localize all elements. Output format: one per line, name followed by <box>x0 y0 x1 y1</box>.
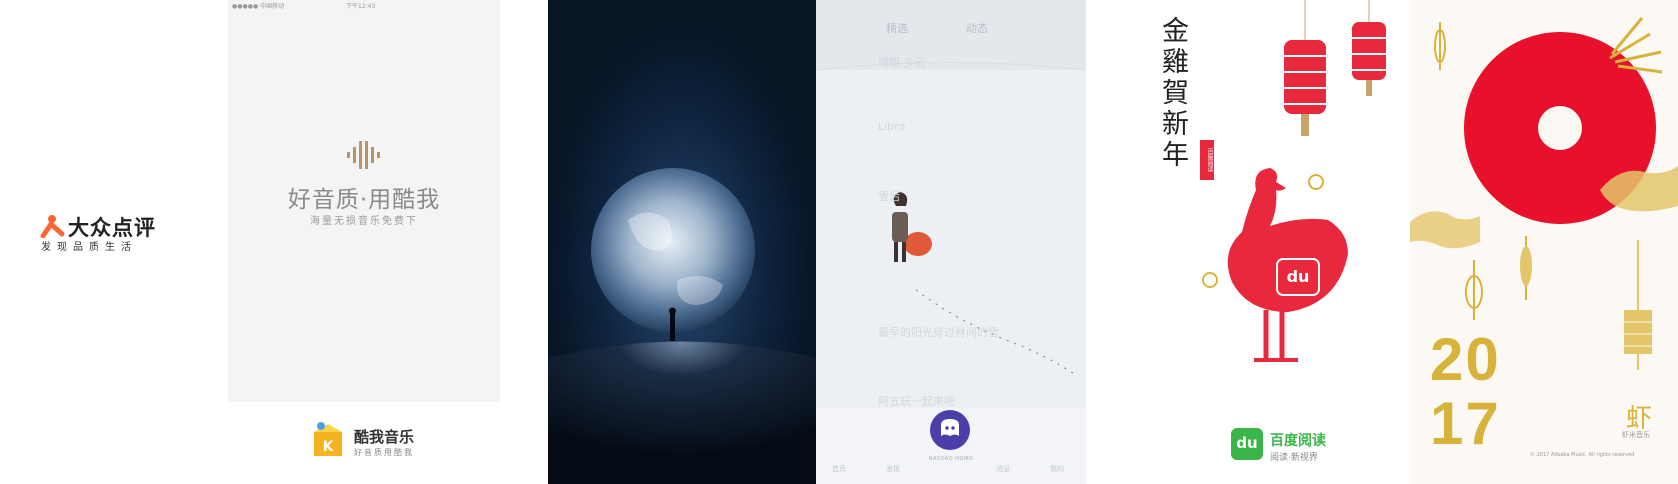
new-year-greeting: 金雞賀新年 <box>1162 16 1189 171</box>
year-2017-bottom: 17 <box>1430 390 1501 457</box>
status-carrier: ●●●●● 中国移动 <box>232 3 285 10</box>
status-time: 下午12:43 <box>346 3 376 10</box>
baidu-read-splash: 金雞賀新年 百度阅读 du du 百度阅读 阅读·新视界 <box>1146 0 1410 484</box>
baidu-read-app-icon: du <box>1231 428 1263 460</box>
baidu-read-app-sub: 阅读·新视界 <box>1270 453 1318 463</box>
kuwo-splash: ●●●●● 中国移动 下午12:43 好音质·用酷我 海量无损音乐免费下 K 酷… <box>228 0 500 484</box>
kuwo-app-sub: 好音质用酷我 <box>354 448 414 457</box>
baidu-read-app-name: 百度阅读 <box>1270 433 1326 449</box>
tab-featured[interactable]: 精选 <box>886 20 908 36</box>
kuwo-tagline: 好音质·用酷我 <box>287 187 441 213</box>
kuwo-app-icon: K <box>314 422 342 456</box>
nav-messages[interactable]: 消息 <box>996 464 1010 474</box>
app-logo-label: NASOAO HOMO <box>928 456 974 462</box>
kuwo-subtitle: 海量无损音乐免费下 <box>310 216 418 227</box>
soundwave-icon <box>347 141 380 169</box>
feed-row-2[interactable]: Libra <box>878 120 905 133</box>
earth-splash <box>548 0 816 484</box>
feed-row-1[interactable]: 晴朗·多云 <box>878 54 926 70</box>
snow-app-splash: 精选 动态 晴朗·多云 Libra 雪后 最早的阳光穿过林间的雪 阿五玩一起来吧… <box>816 0 1086 484</box>
feed-row-3[interactable]: 雪后 <box>878 188 900 204</box>
kuwo-app-name: 酷我音乐 <box>354 428 415 446</box>
nav-home[interactable]: 首页 <box>832 464 846 474</box>
dianping-logo-icon <box>40 215 65 238</box>
xiami-brand-sub: 虾米音乐 <box>1622 431 1650 439</box>
dianping-slogan: 发现品质生活 <box>41 242 137 253</box>
nav-me[interactable]: 我的 <box>1050 464 1064 474</box>
feed-row-4[interactable]: 最早的阳光穿过林间的雪 <box>878 324 999 340</box>
tab-feed[interactable]: 动态 <box>966 20 988 36</box>
year-2017-top: 20 <box>1430 326 1501 393</box>
rooster-badge-icon: du <box>1276 258 1320 296</box>
lantern-icon <box>1284 0 1386 136</box>
earth-moon-icon <box>548 0 816 484</box>
xiami-copyright: © 2017 Alibaba Music. All rights reserve… <box>1530 452 1635 458</box>
dianping-splash: 大众点评 发现品质生活 <box>0 0 228 484</box>
xiami-splash: 20 17 虾 虾米音乐 © 2017 Alibaba Music. All r… <box>1410 0 1678 484</box>
feed-row-5[interactable]: 阿五玩一起来吧 <box>878 393 955 409</box>
app-logo-icon[interactable] <box>928 408 972 452</box>
svg-text:K: K <box>323 439 335 455</box>
nav-discover[interactable]: 发现 <box>886 464 900 474</box>
